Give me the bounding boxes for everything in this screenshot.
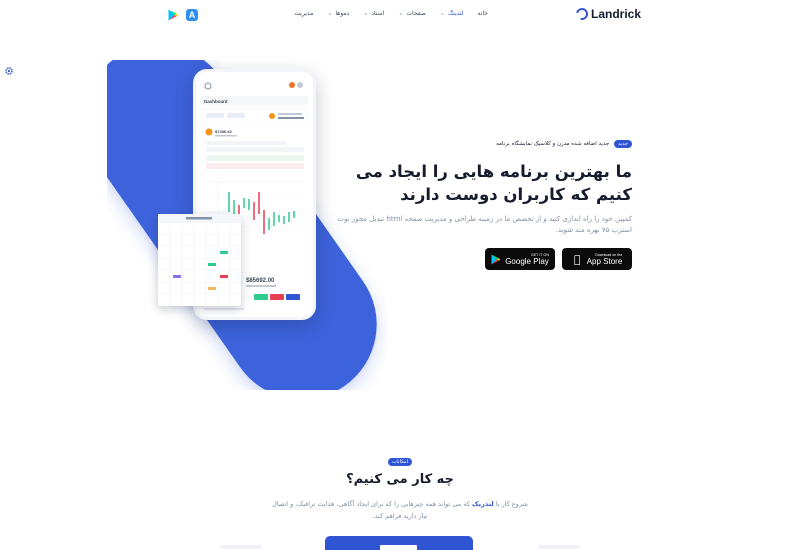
mockup-header: Dashboard: [204, 99, 228, 104]
gear-icon[interactable]: [4, 66, 14, 76]
main-nav: خانه لندینگ ⌄ صفحات ⌄ اسناد ⌄ دموها ⌄ مد…: [294, 10, 488, 17]
app-store-icon[interactable]: A: [186, 9, 198, 21]
calendar-card: [158, 214, 241, 306]
nav-item-label: خانه: [477, 10, 488, 17]
hero-content: جدید جدید اضافه شده مدرن و کلاسیک نمایشگ…: [332, 140, 632, 270]
logo-mark-icon: [573, 5, 591, 23]
nav-item-pages[interactable]: صفحات ⌄: [398, 10, 426, 17]
google-play-large: Google Play: [505, 256, 549, 266]
features-badge: امکانات: [388, 458, 412, 466]
feature-card-placeholder: [538, 545, 580, 549]
hero-title-line2: کنیم که کاربران دوست دارند: [400, 185, 632, 204]
nav-item-admin[interactable]: مدیریت: [294, 10, 313, 17]
chevron-down-icon: ⌄: [439, 11, 445, 16]
nav-item-label: لندینگ: [447, 10, 464, 17]
features-section: امکانات چه کار می کنیم؟ شروع کار با لندر…: [0, 448, 800, 522]
hero-description: کمپین خود را راه اندازی کنید و از تخصص م…: [337, 215, 632, 234]
hero-badge-text: جدید اضافه شده مدرن و کلاسیک نمایشگاه بر…: [496, 141, 610, 147]
header-store-icons: A: [168, 9, 198, 21]
google-play-icon[interactable]: [168, 9, 179, 21]
nav-item-label: دموها: [335, 10, 350, 17]
top-navbar: Landrick خانه لندینگ ⌄ صفحات ⌄ اسناد ⌄ د…: [0, 0, 800, 30]
hero-title: ما بهترین برنامه هایی را ایجاد می کنیم ک…: [332, 160, 632, 206]
brand-name: Landrick: [591, 7, 642, 21]
store-buttons:  Download on the App Store GET IT ON Go…: [332, 248, 632, 270]
features-desc-after: که می تواند همه چیزهایی را که برای ایجاد…: [272, 500, 470, 520]
feature-card-placeholder: [220, 545, 262, 549]
apple-icon: : [572, 253, 583, 266]
chevron-down-icon: ⌄: [363, 11, 369, 16]
calendar-widget: [158, 214, 241, 306]
new-badge: جدید: [614, 140, 632, 148]
nav-item-label: مدیریت: [294, 10, 314, 17]
app-store-text: Download on the App Store: [587, 253, 623, 266]
hero-badge-row: جدید جدید اضافه شده مدرن و کلاسیک نمایشگ…: [332, 140, 632, 148]
hero-title-line1: ما بهترین برنامه هایی را ایجاد می: [355, 162, 632, 181]
chevron-down-icon: ⌄: [327, 11, 333, 16]
features-desc-highlight: لندریک: [471, 500, 494, 508]
feature-card-active[interactable]: [325, 536, 473, 550]
chevron-down-icon: ⌄: [398, 11, 404, 16]
nav-item-docs[interactable]: اسناد ⌄: [363, 10, 384, 17]
google-play-text: GET IT ON Google Play: [505, 253, 549, 266]
features-description: شروع کار با لندریک که می تواند همه چیزها…: [270, 498, 530, 522]
app-store-button[interactable]:  Download on the App Store: [562, 248, 632, 270]
mockup-balance: $7286.40: [215, 129, 232, 134]
feature-card-icon-placeholder: [380, 545, 417, 550]
features-desc-before: شروع کار با: [495, 500, 528, 508]
brand-logo[interactable]: Landrick: [573, 5, 642, 23]
nav-item-home[interactable]: خانه: [478, 10, 488, 17]
nav-item-demos[interactable]: دموها ⌄: [327, 10, 349, 17]
mockup-big-balance: $85692.00: [246, 278, 275, 284]
google-play-icon: [491, 254, 501, 264]
nav-item-label: صفحات: [406, 10, 426, 17]
app-store-large: App Store: [586, 256, 623, 266]
nav-item-landing[interactable]: لندینگ ⌄: [440, 10, 464, 17]
nav-item-label: اسناد: [371, 10, 385, 17]
features-title: چه کار می کنیم؟: [346, 472, 454, 487]
google-play-button[interactable]: GET IT ON Google Play: [485, 248, 555, 270]
